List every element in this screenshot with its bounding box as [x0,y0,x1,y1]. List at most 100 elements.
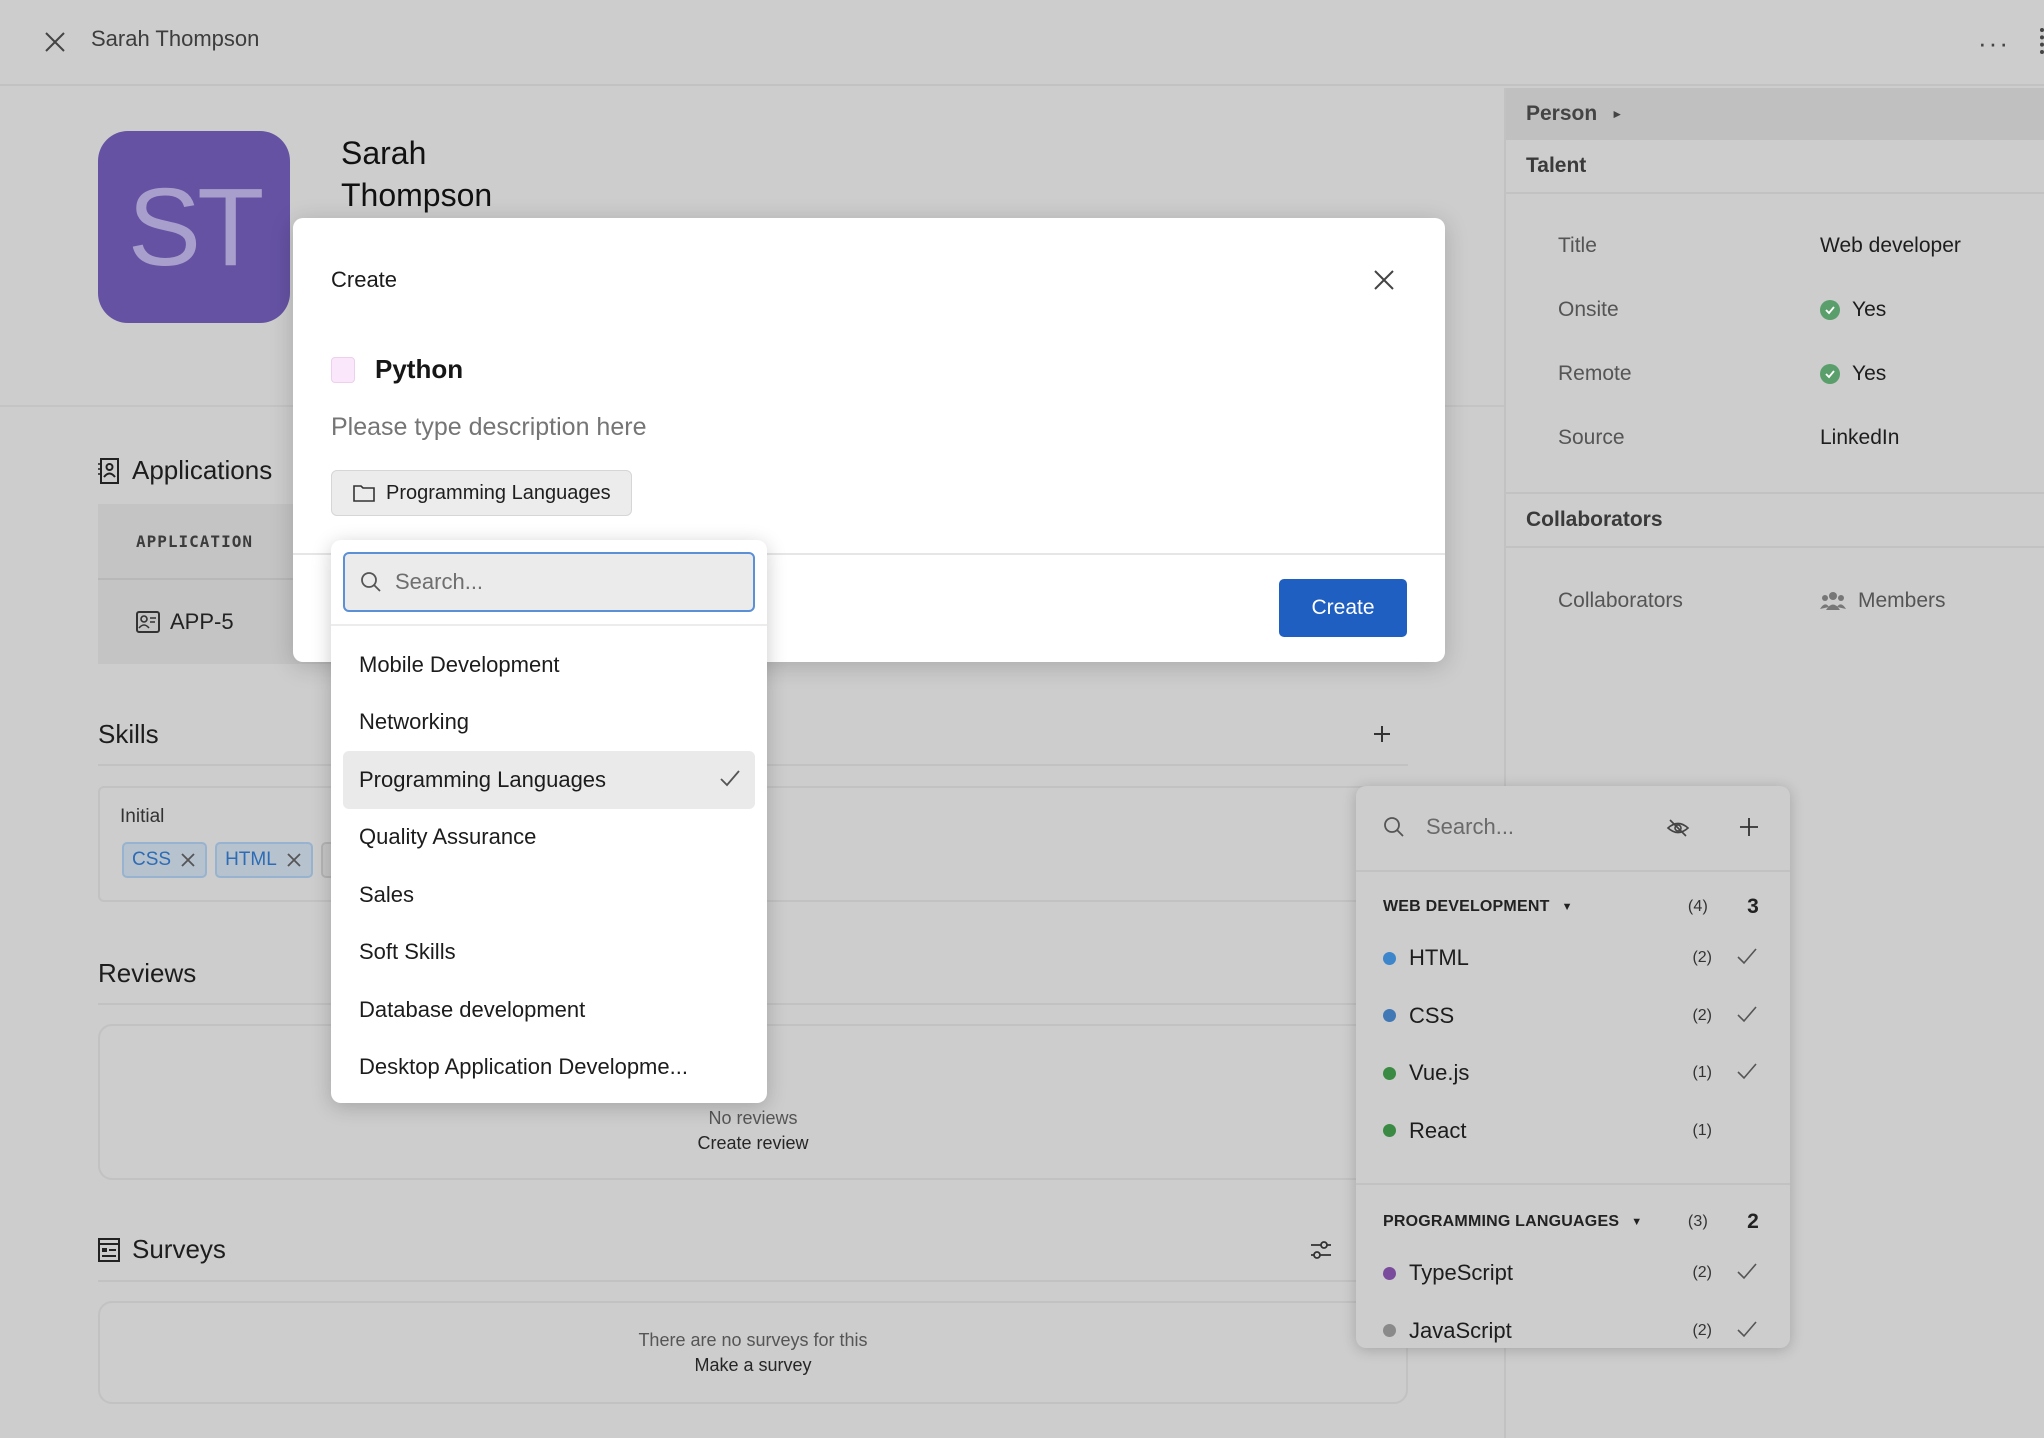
skills-search[interactable] [1382,814,1646,840]
surveys-heading: Surveys [98,1234,226,1265]
create-button[interactable]: Create [1279,579,1407,637]
id-card-icon [136,611,160,633]
survey-icon [98,1237,120,1262]
category-option[interactable]: Networking [343,694,755,752]
category-option[interactable]: Soft Skills [343,924,755,982]
skill-count: (2) [1692,949,1712,966]
skill-label: TypeScript [1409,1260,1513,1285]
person-label: Person [1526,102,1598,125]
close-icon[interactable] [1370,266,1398,294]
skill-name-field[interactable]: Python [375,354,463,385]
skill-option[interactable]: JavaScript (2) [1383,1314,1762,1348]
top-bar: Sarah Thompson ··· [0,0,2044,86]
skill-count: (2) [1692,1264,1712,1281]
skills-title: Skills [98,719,159,749]
skill-label: Vue.js [1409,1060,1470,1085]
field-row-title: Title Web developer [1558,226,2044,266]
caret-down-icon: ▼ [1631,1216,1643,1228]
option-label: Desktop Application Developme... [359,1054,688,1080]
add-icon[interactable] [1738,816,1760,838]
applications-heading: Applications [98,455,272,486]
skill-option[interactable]: CSS (2) [1383,999,1762,1033]
category-option[interactable]: Mobile Development [343,636,755,694]
add-skill-icon[interactable] [1372,724,1392,744]
category-search[interactable] [343,552,755,612]
group-count: (4) [1687,898,1708,915]
category-dropdown: Mobile Development Networking Programming … [331,540,767,1103]
group-count: (3) [1687,1213,1708,1230]
skill-group-header[interactable]: PROGRAMMING LANGUAGES ▼ (3) 2 [1383,1207,1762,1237]
remove-icon[interactable] [179,851,197,869]
person-section-header[interactable]: Person ► [1506,88,2044,140]
make-survey-link[interactable]: Make a survey [100,1355,1406,1376]
option-label: Quality Assurance [359,824,537,850]
field-value[interactable]: Members [1820,589,1946,613]
category-option[interactable]: Sales [343,866,755,924]
value-text: Web developer [1820,234,1961,257]
skill-group-header[interactable]: WEB DEVELOPMENT ▼ (4) 3 [1383,892,1762,922]
skill-option[interactable]: React (1) [1383,1114,1762,1148]
contact-book-icon [98,457,119,484]
create-review-link[interactable]: Create review [100,1133,1406,1154]
skill-color-swatch[interactable] [331,357,355,383]
checkmark-icon [1737,948,1757,965]
folder-icon [353,485,375,502]
field-value[interactable]: LinkedIn [1820,426,1899,450]
field-label: Collaborators [1558,589,1683,612]
hide-icon[interactable] [1666,818,1690,838]
field-value[interactable]: Web developer [1820,234,1961,258]
field-label: Onsite [1558,298,1619,321]
checkmark-icon [1737,1320,1757,1337]
description-input[interactable] [331,413,1131,442]
option-label: Programming Languages [359,766,607,792]
checkmark-icon [1737,1005,1757,1022]
field-value[interactable]: Yes [1820,362,1886,386]
applications-title: Applications [132,455,273,485]
caret-down-icon: ▼ [1561,901,1573,913]
category-search-input[interactable] [395,569,725,595]
color-dot-icon [1383,951,1396,965]
category-option[interactable]: Database development [343,981,755,1039]
skills-heading: Skills [98,719,159,750]
field-label: Title [1558,234,1597,257]
skill-label: CSS [1409,1002,1455,1028]
skills-search-input[interactable] [1426,814,1646,840]
value-text: Yes [1852,362,1887,385]
skill-count: (1) [1692,1064,1712,1081]
skills-group-label: Initial [120,806,165,827]
skill-option[interactable]: Vue.js (1) [1383,1056,1762,1090]
group-selected-count: 3 [1747,895,1759,918]
option-label: Database development [359,996,586,1022]
skill-label: React [1409,1117,1467,1143]
category-option[interactable]: Quality Assurance [343,809,755,867]
value-text: Members [1858,589,1946,612]
skill-label: JavaScript [1409,1317,1512,1343]
collaborators-section-header: Collaborators [1506,494,2044,548]
remove-icon[interactable] [285,851,303,869]
check-circle-icon [1820,300,1840,320]
more-options-button[interactable]: ··· [1978,28,2010,59]
field-value[interactable]: Yes [1820,298,1886,322]
application-id: APP-5 [170,609,234,634]
category-option[interactable]: Desktop Application Developme... [343,1039,755,1097]
avatar: ST [98,131,290,323]
divider [98,1280,1408,1282]
category-select-button[interactable]: Programming Languages [331,470,632,516]
close-icon[interactable] [40,27,70,57]
skill-chip[interactable]: CSS [122,842,208,878]
field-row-remote: Remote Yes [1558,354,2044,394]
record-title: Sarah Thompson [91,26,260,51]
skill-option[interactable]: HTML (2) [1383,941,1762,975]
value-text: Yes [1852,298,1887,321]
panel-drag-handle[interactable] [2040,28,2044,54]
color-dot-icon [1383,1124,1396,1137]
filter-settings-icon[interactable] [1309,1238,1333,1262]
search-icon [361,572,381,592]
checkmark-icon [1737,1063,1757,1080]
category-option[interactable]: Programming Languages [343,751,755,809]
skill-option[interactable]: TypeScript (2) [1383,1256,1762,1290]
caret-right-icon: ► [1611,107,1624,121]
person-name: Sarah Thompson [341,135,493,213]
skill-chip[interactable]: HTML [215,842,313,878]
divider [1356,870,1790,872]
